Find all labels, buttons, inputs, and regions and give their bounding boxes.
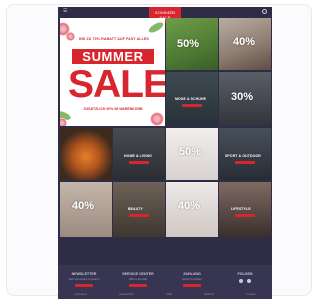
promo-tile-10[interactable]: BEAUTY <box>113 182 165 237</box>
footer-button[interactable] <box>75 284 93 287</box>
promo-tile-2[interactable]: 40% <box>219 18 271 70</box>
footer-button[interactable] <box>129 284 147 287</box>
tile-shop-button[interactable] <box>235 161 255 164</box>
tile-shop-button[interactable] <box>182 104 202 107</box>
tile-caption: HOME & LIVING <box>124 154 152 158</box>
tile-shop-button[interactable] <box>129 161 149 164</box>
tile-discount: 50% <box>179 146 202 158</box>
tile-caption: SPORT & OUTDOOR <box>225 154 261 158</box>
legal-link[interactable]: Widerruf <box>204 293 214 296</box>
social-links <box>221 279 269 283</box>
legal-link[interactable]: Datenschutz <box>119 293 133 296</box>
legal-link[interactable]: Cookies <box>246 293 255 296</box>
search-icon[interactable] <box>262 9 267 14</box>
tile-caption: MODE & SCHUHE <box>175 97 207 101</box>
footer-payment: ZAHLUNG Sicher bezahlen <box>168 272 216 287</box>
promo-tile-1[interactable]: 50% <box>166 18 218 70</box>
banner-title: SALE <box>68 63 165 106</box>
legal-link[interactable]: AGB <box>166 293 171 296</box>
footer-service: SERVICE CENTER Hilfe & Kontakt <box>114 272 162 287</box>
promo-tile-11[interactable]: 40% <box>166 182 218 237</box>
site-footer: NEWSLETTER Jetzt anmelden & sparen SERVI… <box>58 265 272 299</box>
footer-column-title: ZAHLUNG <box>183 272 201 276</box>
tile-shop-button[interactable] <box>129 214 149 217</box>
footer-column-title: FOLGEN <box>237 272 253 276</box>
banner-badge: SUMMER <box>72 49 154 64</box>
tile-caption: BEAUTY <box>128 207 143 211</box>
promo-tile-3[interactable]: MODE & SCHUHE <box>166 72 218 126</box>
leaf-decoration <box>147 20 165 35</box>
promo-tile-7[interactable]: 50% <box>166 128 218 180</box>
tile-discount: 40% <box>233 36 256 48</box>
flower-decoration <box>60 118 67 126</box>
tile-discount: 30% <box>231 91 254 103</box>
footer-newsletter: NEWSLETTER Jetzt anmelden & sparen <box>60 272 108 287</box>
footer-column-title: NEWSLETTER <box>71 272 97 276</box>
footer-column-text: Jetzt anmelden & sparen <box>68 277 100 281</box>
tile-discount: 40% <box>72 200 95 212</box>
menu-icon[interactable]: ☰ <box>63 9 68 14</box>
promo-tile-5[interactable] <box>60 128 112 180</box>
footer-follow: FOLGEN <box>221 272 269 283</box>
legal-links: Impressum Datenschutz AGB Widerruf Cooki… <box>58 293 272 296</box>
footer-column-text: Sicher bezahlen <box>181 277 203 281</box>
social-icon[interactable] <box>239 279 243 283</box>
promo-tile-8[interactable]: SPORT & OUTDOOR <box>219 128 271 180</box>
promo-tile-12[interactable]: LIFESTYLE <box>219 182 271 237</box>
tile-shop-button[interactable] <box>235 214 255 217</box>
promo-tile-9[interactable]: 40% <box>60 182 112 237</box>
footer-button[interactable] <box>183 284 201 287</box>
banner-tagline: BIS ZU 70% RABATT AUF FAST ALLES <box>79 37 149 41</box>
summer-sale-banner[interactable]: BIS ZU 70% RABATT AUF FAST ALLES SUMMER … <box>60 18 165 126</box>
promo-tile-4[interactable]: 30% <box>219 72 271 126</box>
flower-decoration <box>150 112 164 126</box>
shop-page: ☰ SOMMER SALE BIS ZU 70% RABATT AUF FAST… <box>58 7 272 299</box>
tile-caption: LIFESTYLE <box>231 207 251 211</box>
social-icon[interactable] <box>247 279 251 283</box>
footer-column-text: Hilfe & Kontakt <box>128 277 148 281</box>
legal-link[interactable]: Impressum <box>74 293 87 296</box>
tile-discount: 40% <box>178 200 201 212</box>
tile-discount: 50% <box>177 38 200 50</box>
footer-column-title: SERVICE CENTER <box>122 272 154 276</box>
banner-subline: ZUSÄTZLICH 20% IM WARENKORB <box>83 107 143 111</box>
promo-tile-6[interactable]: HOME & LIVING <box>113 128 165 180</box>
